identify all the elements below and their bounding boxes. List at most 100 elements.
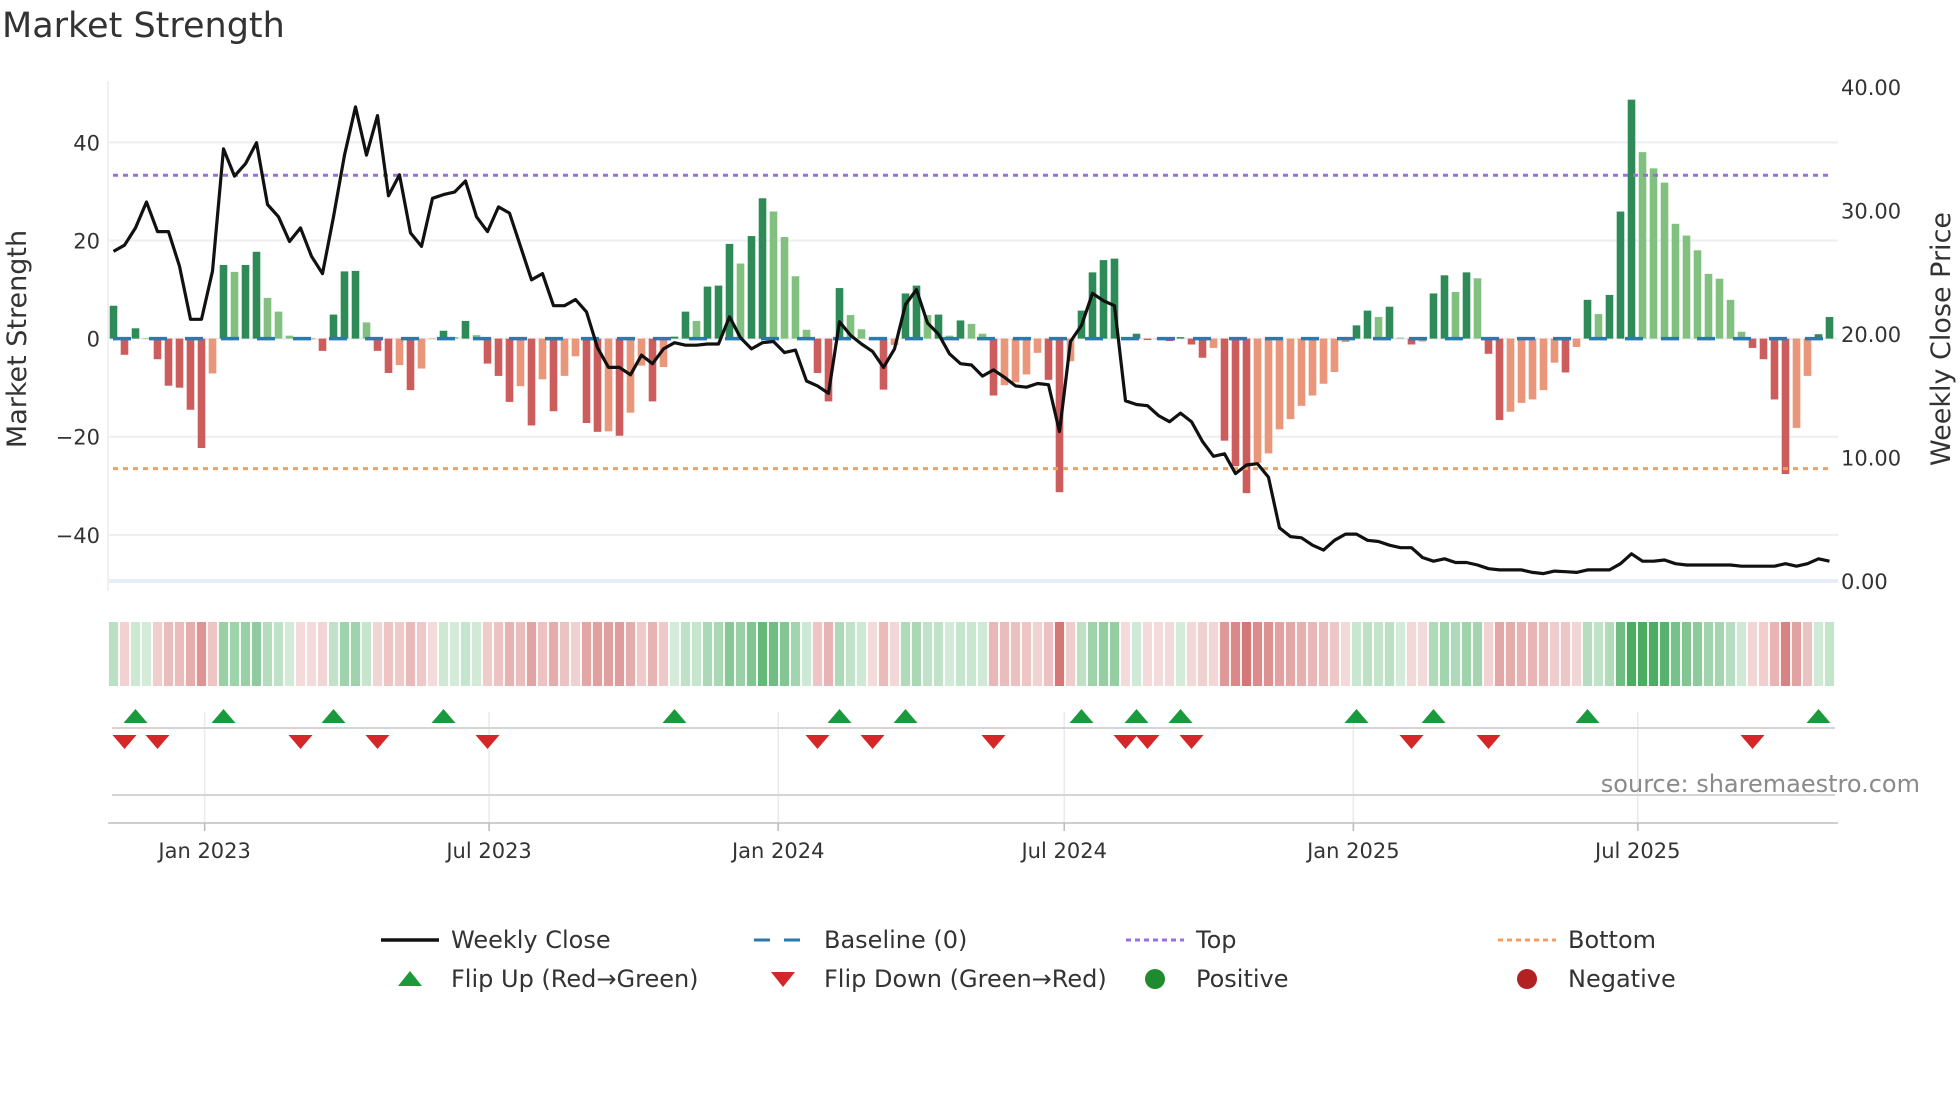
strip-cell — [1021, 622, 1032, 686]
strip-cell — [174, 622, 185, 686]
strength-bar — [1539, 338, 1548, 391]
flip-up-marker — [321, 709, 346, 723]
strength-bar — [1253, 338, 1262, 463]
strip-cell — [1725, 622, 1736, 686]
legend-label: Flip Down (Green→Red) — [824, 965, 1107, 993]
strip-cell — [1637, 622, 1648, 686]
strip-cell — [1197, 622, 1208, 686]
strip-cell — [1186, 622, 1197, 686]
strength-bar — [285, 335, 294, 339]
strength-bar — [1011, 338, 1020, 383]
strip-cell — [603, 622, 614, 686]
strip-cell — [328, 622, 339, 686]
strength-bar — [1506, 338, 1515, 412]
strip-cell — [273, 622, 284, 686]
strip-cell — [1208, 622, 1219, 686]
flip-down-marker — [805, 735, 830, 749]
strength-bar — [109, 305, 118, 339]
flip-up-marker — [662, 709, 687, 723]
triangle-up-icon — [398, 971, 422, 986]
strip-cell — [1494, 622, 1505, 686]
strip-cell — [812, 622, 823, 686]
x-tick-label: Jul 2025 — [1593, 839, 1680, 863]
strength-bar — [1649, 168, 1658, 339]
strip-cell — [1087, 622, 1098, 686]
strength-bar — [780, 237, 789, 339]
strip-cell — [1461, 622, 1472, 686]
x-tick-label: Jan 2025 — [1305, 839, 1400, 863]
strip-cell — [1802, 622, 1813, 686]
strength-bar — [1638, 152, 1647, 339]
strip-cell — [405, 622, 416, 686]
strength-bar — [1517, 338, 1526, 403]
source-label: source: sharemaestro.com — [1600, 770, 1920, 798]
strength-bar — [1605, 294, 1614, 339]
strength-bar — [263, 297, 272, 339]
strip-cell — [1747, 622, 1758, 686]
strip-cell — [680, 622, 691, 686]
flip-down-marker — [365, 735, 390, 749]
strip-cell — [1384, 622, 1395, 686]
strip-cell — [944, 622, 955, 686]
strength-bar — [648, 338, 657, 402]
strength-bar — [1022, 338, 1031, 375]
strength-bar — [538, 338, 547, 380]
strip-cell — [1241, 622, 1252, 686]
legend-label: Flip Up (Red→Green) — [451, 965, 699, 993]
strip-cell — [570, 622, 581, 686]
strength-bar — [373, 338, 382, 351]
strength-bar — [1297, 338, 1306, 406]
strength-bar — [1330, 338, 1339, 372]
strip-cell — [1527, 622, 1538, 686]
strip-cell — [350, 622, 361, 686]
strength-bar — [1220, 338, 1229, 441]
strip-cell — [1549, 622, 1560, 686]
strip-cell — [1703, 622, 1714, 686]
strip-cell — [592, 622, 603, 686]
strip-cell — [229, 622, 240, 686]
strength-bar — [1286, 338, 1295, 420]
strength-bar — [406, 338, 415, 391]
strength-bar — [175, 338, 184, 388]
strip-cell — [1439, 622, 1450, 686]
strength-bar — [505, 338, 514, 402]
y2-tick-label: 40.00 — [1841, 76, 1901, 100]
strength-bar — [428, 338, 437, 340]
strength-bar — [131, 328, 140, 339]
flip-up-marker — [827, 709, 852, 723]
strip-cell — [1395, 622, 1406, 686]
strength-bar — [1594, 314, 1603, 339]
strip-cell — [581, 622, 592, 686]
strip-cell — [1340, 622, 1351, 686]
strip-cell — [988, 622, 999, 686]
strength-bar — [769, 211, 778, 339]
strength-bar — [1143, 338, 1152, 341]
flip-up-marker — [1806, 709, 1831, 723]
strip-cell — [691, 622, 702, 686]
legend-label: Bottom — [1568, 926, 1657, 954]
strength-bar — [461, 320, 470, 339]
dashed-line-icon — [754, 938, 812, 942]
strip-cell — [955, 622, 966, 686]
strength-bar — [813, 338, 822, 373]
strip-cell — [141, 622, 152, 686]
legend-flip-up: Flip Up (Red→Green) — [381, 964, 699, 994]
strip-cell — [900, 622, 911, 686]
strip-cell — [768, 622, 779, 686]
legend-label: Baseline (0) — [824, 926, 968, 954]
strip-cell — [471, 622, 482, 686]
x-tick-label: Jul 2024 — [1019, 839, 1106, 863]
strength-bar — [1770, 338, 1779, 400]
strip-cell — [1054, 622, 1065, 686]
legend-top: Top — [1126, 925, 1237, 955]
strip-cell — [1758, 622, 1769, 686]
market-strength-chart: 40 20 0 −20 −40 40.00 30.00 20.00 10.00 0.00 Jan… — [2, 76, 1957, 863]
flip-up-marker — [1069, 709, 1094, 723]
flip-up-marker — [1575, 709, 1600, 723]
strip-cell — [977, 622, 988, 686]
strength-bar — [483, 338, 492, 364]
strip-cell — [548, 622, 559, 686]
strength-bar — [1616, 211, 1625, 339]
strength-bar — [340, 271, 349, 339]
strength-bar — [615, 338, 624, 436]
